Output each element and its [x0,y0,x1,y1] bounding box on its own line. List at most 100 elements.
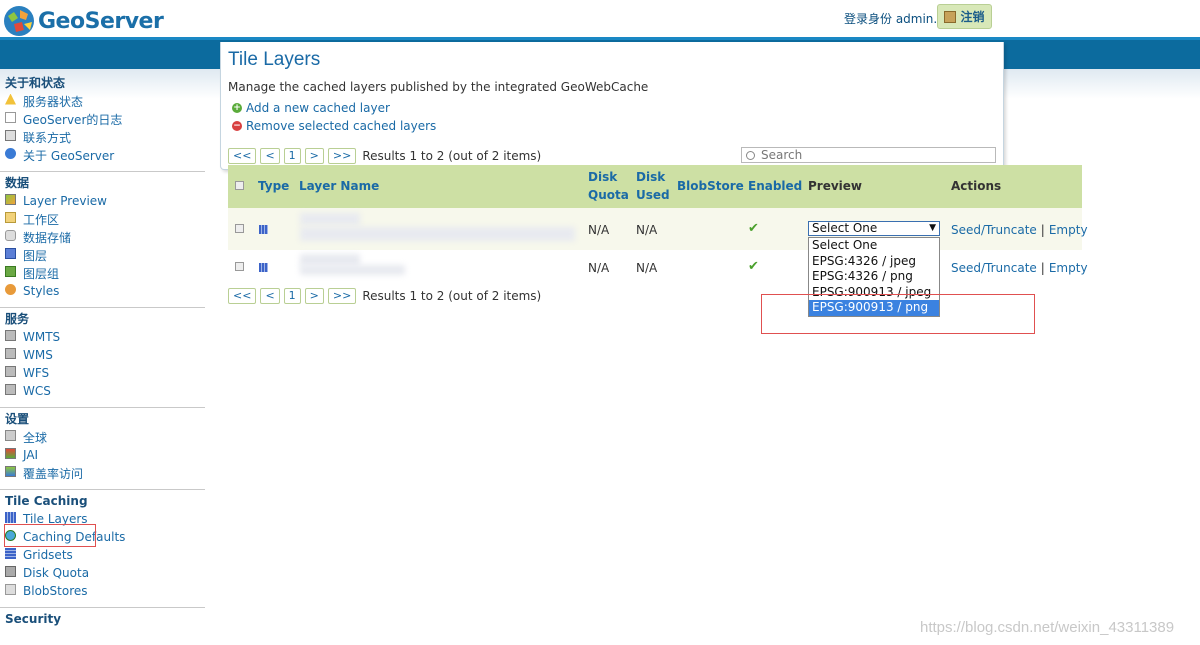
sidebar-section: Security [0,608,205,628]
pager-first-button[interactable]: << [228,148,257,164]
empty-link[interactable]: Empty [1049,261,1088,275]
pager-prev-button[interactable]: < [260,288,280,304]
sidebar-section-title: 设置 [5,412,30,426]
highlight-box-dropdown [761,294,1035,334]
pager-next-button[interactable]: > [304,288,324,304]
redacted-layer-name [300,213,360,225]
sidebar-item-label: WCS [23,384,51,398]
add-cached-layer-link[interactable]: + Add a new cached layer [232,101,390,115]
dropdown-option[interactable]: EPSG:4326 / png [809,269,939,285]
pager-last-button[interactable]: >> [327,288,357,304]
sidebar-item[interactable]: 联系方式 [5,128,205,146]
col-blobstore[interactable]: BlobStore [677,177,744,195]
sidebar-item[interactable]: 关于 GeoServer [5,146,205,164]
select-all-checkbox[interactable] [235,181,244,190]
sidebar-item[interactable]: Styles [5,282,205,300]
sidebar-item[interactable]: BlobStores [5,582,205,600]
preview-select[interactable]: Select One ▼ [808,221,940,236]
blobstore-icon [5,583,16,595]
search-icon [746,150,755,160]
coverage-icon [5,465,16,477]
row-2-disk-quota: N/A [588,261,610,275]
warning-icon [5,93,16,105]
table-header: Type Layer Name Disk Quota Disk Used Blo… [228,165,1082,208]
row-1-disk-quota: N/A [588,223,610,237]
sidebar-section-title: Security [5,612,62,626]
sidebar-item[interactable]: 全球 [5,428,205,446]
dropdown-option[interactable]: EPSG:4326 / jpeg [809,254,939,270]
pager-page-button[interactable]: 1 [283,288,301,304]
sidebar-item[interactable]: Gridsets [5,546,205,564]
sidebar-item[interactable]: 服务器状态 [5,92,205,110]
sidebar-item-label: 全球 [23,430,48,445]
row-1-disk-used: N/A [636,223,658,237]
sidebar-item[interactable]: Layer Preview [5,192,205,210]
redacted-layer-name [300,227,575,241]
tile-layers-icon [5,511,16,523]
document-icon [5,111,16,123]
jai-icon [5,447,16,459]
empty-link[interactable]: Empty [1049,223,1088,237]
sidebar-item-label: 服务器状态 [23,94,84,109]
sidebar-item[interactable]: 数据存储 [5,228,205,246]
layer-icon [5,247,16,259]
sidebar-item[interactable]: 覆盖率访问 [5,464,205,482]
sidebar-item-label: JAI [23,448,39,462]
pager-first-button[interactable]: << [228,288,257,304]
pager-next-button[interactable]: > [304,148,324,164]
seed-truncate-link[interactable]: Seed/Truncate [951,261,1037,275]
sidebar-item-label: WFS [23,366,50,380]
sidebar-item[interactable]: JAI [5,446,205,464]
remove-cached-layers-link[interactable]: − Remove selected cached layers [232,119,436,133]
sidebar-section-title: Tile Caching [5,494,88,508]
col-disk-quota[interactable]: Disk Quota [588,168,629,204]
service-icon [5,347,16,359]
row-1-enabled-check-icon: ✔ [748,221,759,236]
dropdown-option[interactable]: Select One [809,238,939,254]
page-title: Tile Layers [228,49,321,70]
sidebar-section: 设置全球 JAI 覆盖率访问 [0,408,205,490]
sidebar-item[interactable]: GeoServer的日志 [5,110,205,128]
globe-logo-icon [4,6,34,36]
row-1-actions: Seed/Truncate | Empty [951,223,1088,237]
sidebar-item[interactable]: WCS [5,382,205,400]
sidebar-item[interactable]: WMS [5,346,205,364]
pager-prev-button[interactable]: < [260,148,280,164]
col-disk-used[interactable]: Disk Used [636,168,670,204]
sidebar-item[interactable]: Disk Quota [5,564,205,582]
action-separator: | [1040,261,1045,275]
row-2-checkbox[interactable] [235,262,244,271]
redacted-layer-name [300,265,405,275]
col-type[interactable]: Type [258,177,289,195]
col-disk-used-line2: Used [636,188,670,202]
sidebar-item[interactable]: 工作区 [5,210,205,228]
contact-card-icon [5,129,16,141]
search-input[interactable]: Search [741,147,996,163]
sidebar-section: 数据 Layer Preview 工作区 数据存储 图层 图层组 Styles [0,172,205,308]
sidebar-section: 关于和状态 服务器状态 GeoServer的日志 联系方式 关于 GeoServer [0,72,205,172]
logout-icon [944,10,957,23]
pager-top: << < 1 > >> Results 1 to 2 (out of 2 ite… [228,148,541,164]
info-icon [5,147,16,159]
sidebar-section-title: 数据 [5,176,30,190]
sidebar-item[interactable]: WMTS [5,328,205,346]
sidebar-item-label: Layer Preview [23,194,107,208]
row-1-checkbox[interactable] [235,224,244,233]
pager-page-button[interactable]: 1 [283,148,301,164]
action-separator: | [1040,223,1045,237]
logout-button[interactable]: 注销 [937,4,992,29]
col-disk-used-line1: Disk [636,170,666,184]
col-layer-name[interactable]: Layer Name [299,177,379,195]
service-icon [5,329,16,341]
folder-icon [5,211,16,223]
col-enabled[interactable]: Enabled [748,177,802,195]
sidebar-item[interactable]: 图层 [5,246,205,264]
sidebar-item-label: BlobStores [23,584,88,598]
sidebar-item[interactable]: 图层组 [5,264,205,282]
geoserver-logo[interactable]: GeoServer [2,4,164,38]
pager-last-button[interactable]: >> [327,148,357,164]
sidebar-item[interactable]: WFS [5,364,205,382]
disk-icon [5,565,16,577]
seed-truncate-link[interactable]: Seed/Truncate [951,223,1037,237]
sidebar-item-label: Gridsets [23,548,73,562]
